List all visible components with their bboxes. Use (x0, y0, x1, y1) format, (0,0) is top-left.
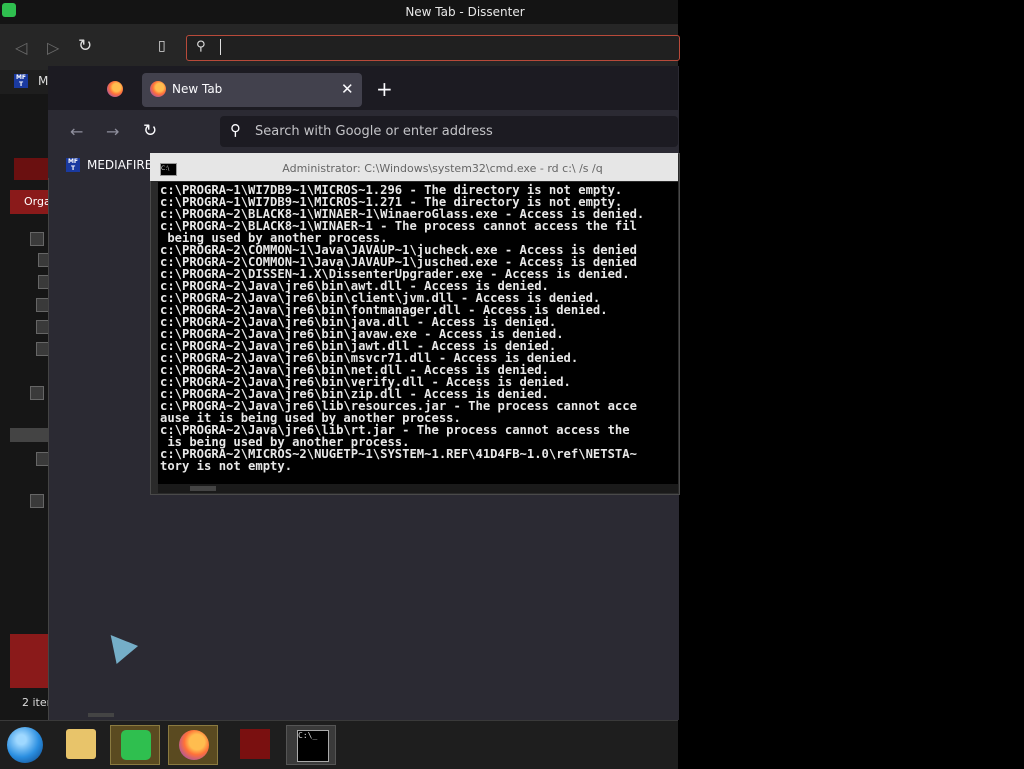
back-icon[interactable]: ◁ (15, 38, 27, 57)
dissenter-address-bar[interactable] (186, 35, 680, 61)
dissenter-window-title: New Tab - Dissenter (405, 5, 525, 19)
forward-arrow-icon[interactable]: → (106, 122, 119, 141)
taskbar-explorer[interactable] (56, 725, 104, 763)
cmd-horizontal-scrollbar[interactable] (158, 484, 678, 493)
selected-row[interactable] (10, 428, 48, 442)
explorer-window-behind (0, 94, 48, 720)
notes-icon (121, 730, 151, 760)
search-icon: ⚲ (230, 121, 241, 139)
text-caret (220, 39, 221, 55)
preview-thumbnail (10, 634, 48, 688)
organize-button[interactable]: Orga (10, 190, 51, 214)
reload-icon[interactable]: ↻ (143, 121, 157, 141)
start-button[interactable] (7, 727, 43, 763)
firefox-tab-icon (150, 81, 166, 97)
file-icon[interactable] (30, 494, 44, 508)
bookmark-mediafire[interactable]: MEDIAFIRE I (87, 158, 160, 172)
explorer-toolbar-image (14, 158, 48, 180)
taskbar-cmd[interactable]: C:\_ (286, 725, 336, 765)
firefox-icon (179, 730, 209, 760)
file-icon[interactable] (30, 232, 44, 246)
scrollbar-thumb[interactable] (88, 713, 114, 717)
mediafire-icon: MF T (66, 158, 80, 172)
close-tab-icon[interactable]: ✕ (341, 80, 354, 98)
dissenter-titlebar[interactable]: New Tab - Dissenter (0, 0, 678, 24)
app-icon (2, 3, 16, 17)
firefox-icon[interactable] (107, 81, 123, 97)
file-icon[interactable] (30, 386, 44, 400)
bookmark-label[interactable]: M (38, 74, 48, 88)
forward-icon[interactable]: ▷ (47, 38, 59, 57)
reload-icon[interactable]: ↻ (78, 36, 92, 56)
cmd-icon: C:\_ (297, 730, 329, 762)
cmd-output[interactable]: c:\PROGRA~1\WI7DB9~1\MICROS~1.296 - The … (158, 182, 678, 484)
cmd-output-text: c:\PROGRA~1\WI7DB9~1\MICROS~1.296 - The … (160, 183, 645, 473)
taskbar-firefox[interactable] (168, 725, 218, 765)
tab-title: New Tab (172, 82, 223, 96)
back-arrow-icon[interactable]: ← (70, 122, 83, 141)
mediafire-icon: MF T (14, 74, 28, 88)
cmd-window-title: Administrator: C:\Windows\system32\cmd.e… (282, 162, 603, 175)
cmd-scrollbar-thumb[interactable] (190, 486, 216, 491)
explorer-status: 2 iter (22, 696, 52, 709)
organize-label: Orga (24, 195, 51, 208)
folder-icon (66, 729, 96, 759)
new-tab-icon[interactable]: + (376, 77, 393, 101)
bookmark-icon[interactable]: ▯ (158, 38, 166, 54)
dissenter-bookmark-bar: MF T M (0, 70, 48, 94)
taskbar-game[interactable] (230, 725, 278, 763)
address-placeholder: Search with Google or enter address (255, 124, 493, 139)
taskbar-notes[interactable] (110, 725, 160, 765)
game-icon (240, 729, 270, 759)
search-icon: ⚲ (196, 39, 206, 54)
